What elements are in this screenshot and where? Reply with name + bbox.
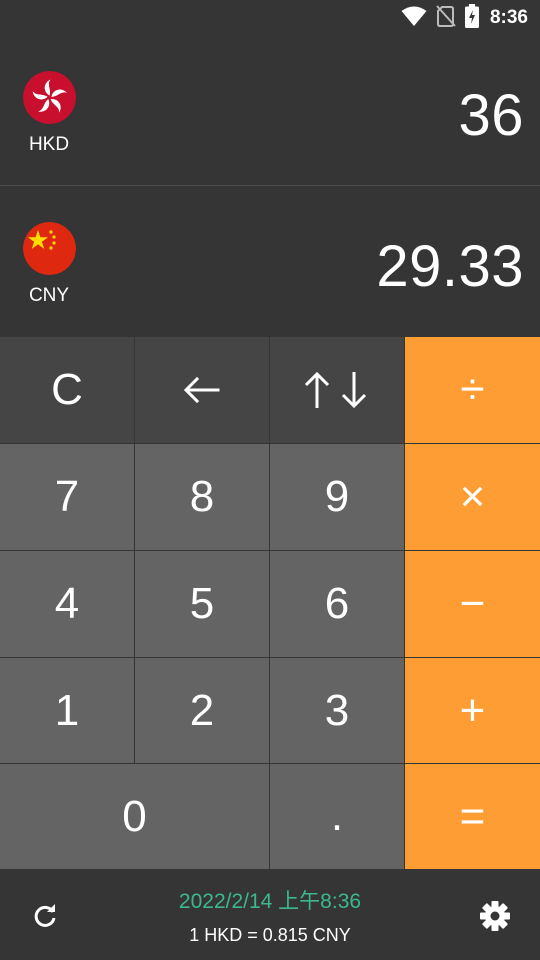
digit-label: 4 xyxy=(54,579,80,628)
digit-5-button[interactable]: 5 xyxy=(135,551,269,657)
battery-charging-icon xyxy=(464,3,479,33)
digit-label: 2 xyxy=(189,685,215,735)
status-icons: 8:36 xyxy=(401,3,528,33)
china-flag-icon[interactable] xyxy=(23,222,76,275)
digit-label: 5 xyxy=(189,579,215,628)
digit-9-button[interactable]: 9 xyxy=(270,444,404,550)
digit-4-button[interactable]: 4 xyxy=(0,551,134,657)
exchange-rate: 1 HKD = 0.815 CNY xyxy=(189,925,351,945)
to-currency-row[interactable]: CNY 29.33 xyxy=(0,187,540,337)
keypad: C ÷ 7 8 9 × 4 5 6 − 1 2 3 + 0 . = xyxy=(0,337,540,869)
digit-8-button[interactable]: 8 xyxy=(135,444,269,550)
clear-label: C xyxy=(51,365,83,414)
clear-button[interactable]: C xyxy=(0,337,134,443)
to-currency-code[interactable]: CNY xyxy=(0,285,98,307)
digit-7-button[interactable]: 7 xyxy=(0,444,134,550)
from-currency-row[interactable]: HKD 36 xyxy=(0,36,540,186)
footer: 2022/2/14 上午8:36 1 HKD = 0.815 CNY xyxy=(0,869,540,960)
digit-label: 8 xyxy=(189,472,215,521)
multiply-label: × xyxy=(459,472,486,521)
digit-label: 6 xyxy=(324,579,350,628)
digit-0-button[interactable]: 0 xyxy=(0,764,269,869)
digit-label: 7 xyxy=(54,472,80,521)
divide-button[interactable]: ÷ xyxy=(405,337,540,443)
swap-arrows-icon xyxy=(302,370,372,410)
backspace-button[interactable] xyxy=(135,337,269,443)
multiply-button[interactable]: × xyxy=(405,444,540,550)
from-amount: 36 xyxy=(458,83,524,148)
to-amount: 29.33 xyxy=(376,234,524,299)
no-sim-icon xyxy=(436,4,456,32)
digit-3-button[interactable]: 3 xyxy=(270,658,404,763)
digit-label: 1 xyxy=(54,685,80,735)
add-button[interactable]: + xyxy=(405,658,540,763)
last-updated: 2022/2/14 上午8:36 xyxy=(178,890,362,913)
backspace-arrow-icon xyxy=(182,375,222,405)
digit-label: 9 xyxy=(324,472,350,521)
wifi-icon xyxy=(401,5,427,32)
equals-button[interactable]: = xyxy=(405,764,540,869)
digit-2-button[interactable]: 2 xyxy=(135,658,269,763)
decimal-label: . xyxy=(330,791,344,840)
gear-icon[interactable] xyxy=(478,899,512,933)
subtract-button[interactable]: − xyxy=(405,551,540,657)
digit-label: 3 xyxy=(324,685,350,735)
status-time: 8:36 xyxy=(489,7,528,28)
status-bar: 8:36 xyxy=(0,0,540,36)
equals-label: = xyxy=(459,791,486,841)
digit-label: 0 xyxy=(122,791,147,841)
add-label: + xyxy=(459,685,486,735)
decimal-button[interactable]: . xyxy=(270,764,404,869)
digit-1-button[interactable]: 1 xyxy=(0,658,134,763)
hong-kong-flag-icon[interactable] xyxy=(23,71,76,124)
swap-button[interactable] xyxy=(270,337,404,443)
digit-6-button[interactable]: 6 xyxy=(270,551,404,657)
from-currency-code[interactable]: HKD xyxy=(0,134,98,156)
divide-label: ÷ xyxy=(460,365,485,414)
subtract-label: − xyxy=(459,579,486,628)
